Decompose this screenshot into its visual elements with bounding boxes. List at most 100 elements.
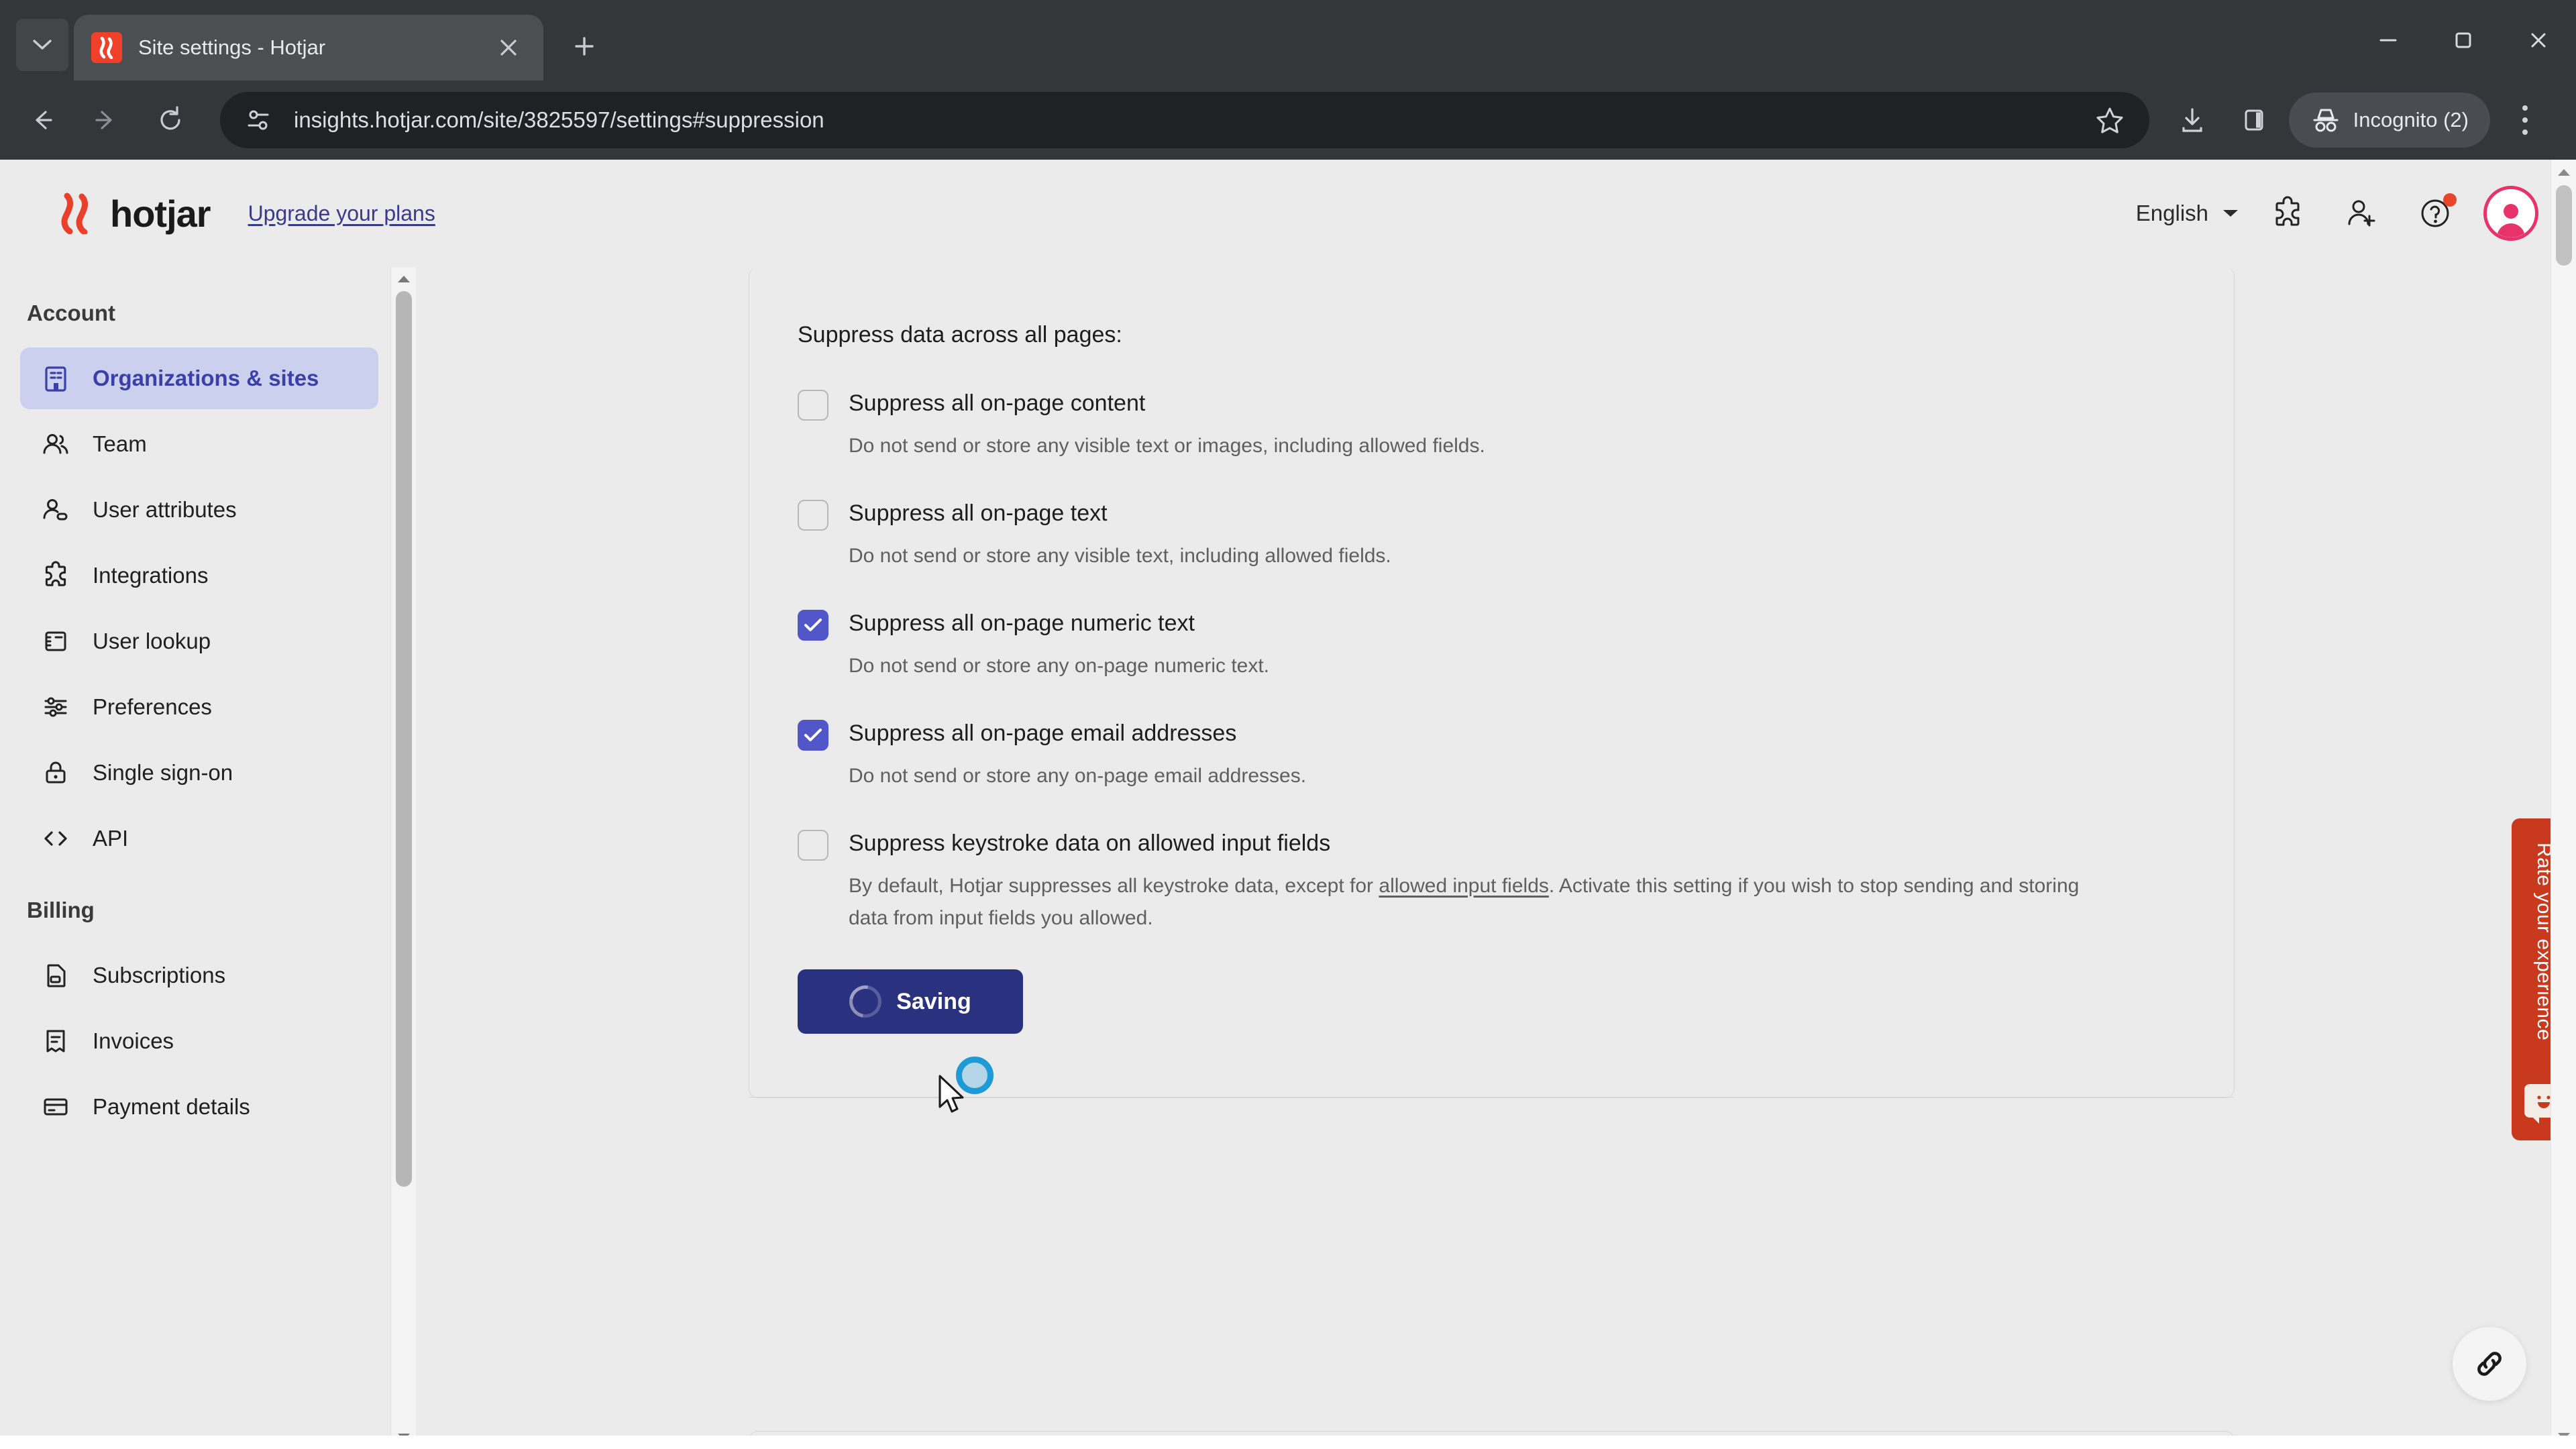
header-actions: English [2136, 186, 2538, 241]
sidebar-item-label: User lookup [93, 629, 211, 653]
receipt-icon [40, 1026, 71, 1057]
back-button[interactable] [9, 88, 74, 152]
sidebar-item-label: Organizations & sites [93, 366, 319, 390]
sidebar-item-user-attributes[interactable]: User attributes [20, 479, 378, 541]
checkbox-on-page-text[interactable] [798, 500, 828, 531]
integrations-button[interactable] [2262, 188, 2313, 239]
save-button-label: Saving [896, 988, 971, 1014]
user-tag-icon [40, 494, 71, 525]
minimize-icon [2379, 39, 2397, 42]
help-button[interactable] [2410, 188, 2461, 239]
suppression-settings-card: Do not send or store any visible text or… [749, 267, 2235, 1098]
sidebar-item-integrations[interactable]: Integrations [20, 545, 378, 606]
page-scroll-up-arrow[interactable] [2551, 160, 2576, 185]
page-scrollbar[interactable] [2551, 160, 2576, 1449]
copy-link-button[interactable] [2453, 1327, 2526, 1401]
check-icon [804, 619, 822, 631]
checkbox-description: Do not send or store any visible text, i… [849, 545, 1391, 567]
side-panel-button[interactable] [2223, 89, 2285, 151]
sidebar-item-single-sign-on[interactable]: Single sign-on [20, 742, 378, 804]
sidebar-item-label: Subscriptions [93, 963, 226, 987]
browser-menu-button[interactable] [2494, 89, 2556, 151]
sidebar-item-subscriptions[interactable]: Subscriptions [20, 945, 378, 1006]
add-user-icon [2348, 200, 2375, 227]
checkbox-row-on-page-content[interactable]: Suppress all on-page content [798, 387, 2234, 421]
site-settings-button[interactable] [240, 102, 276, 138]
plus-icon [575, 37, 594, 56]
document-lock-icon [40, 960, 71, 991]
upgrade-plans-link[interactable]: Upgrade your plans [248, 201, 435, 226]
sidebar-group-title-billing: Billing [27, 898, 95, 922]
address-bar[interactable]: insights.hotjar.com/site/3825597/setting… [220, 92, 2149, 148]
lock-icon [40, 757, 71, 788]
maximize-icon [2455, 32, 2471, 48]
minimize-button[interactable] [2351, 0, 2426, 80]
scroll-up-arrow[interactable] [391, 267, 417, 291]
reload-icon [160, 106, 180, 130]
sidebar-item-payment-details[interactable]: Payment details [20, 1076, 378, 1138]
tab-strip: Site settings - Hotjar [0, 0, 2576, 80]
invite-user-button[interactable] [2336, 188, 2387, 239]
building-icon [40, 363, 71, 394]
checkbox-numeric-text[interactable] [798, 610, 828, 641]
maximize-button[interactable] [2426, 0, 2501, 80]
app-body: Account Organizations & sites Team User … [0, 267, 2576, 1449]
incognito-icon [2313, 109, 2339, 132]
checkbox-email-addresses[interactable] [798, 720, 828, 751]
window-close-button[interactable] [2501, 0, 2576, 80]
sidebar-item-label: User attributes [93, 497, 237, 522]
sidebar-scrollbar[interactable] [390, 267, 416, 1449]
new-tab-button[interactable] [561, 23, 608, 70]
close-tab-button[interactable] [491, 30, 526, 65]
profile-chip[interactable]: Incognito (2) [2288, 93, 2490, 148]
sidebar-item-user-lookup[interactable]: User lookup [20, 610, 378, 672]
reload-button[interactable] [138, 88, 203, 152]
help-notification-badge [2443, 193, 2457, 207]
download-icon [2182, 108, 2202, 132]
user-avatar-icon [2497, 204, 2525, 237]
avatar[interactable] [2483, 186, 2538, 241]
tune-icon [248, 110, 269, 130]
checkbox-row-email-addresses[interactable]: Suppress all on-page email addresses [798, 717, 2234, 751]
check-icon [804, 729, 822, 741]
sidebar-item-label: Team [93, 431, 147, 456]
sidebar-item-invoices[interactable]: Invoices [20, 1010, 378, 1072]
tab-title: Site settings - Hotjar [138, 36, 326, 59]
browser-tab[interactable]: Site settings - Hotjar [74, 15, 543, 80]
checkbox-row-keystroke-data[interactable]: Suppress keystroke data on allowed input… [798, 827, 2234, 861]
profile-label: Incognito (2) [2353, 108, 2469, 131]
content-area: Do not send or store any visible text or… [416, 267, 2576, 1449]
checkbox-label: Suppress keystroke data on allowed input… [849, 830, 1331, 856]
checkbox-row-numeric-text[interactable]: Suppress all on-page numeric text [798, 607, 2234, 641]
bookmark-button[interactable] [2086, 97, 2133, 144]
page-viewport: hotjar Upgrade your plans English Accoun… [0, 160, 2576, 1449]
language-selector[interactable]: English [2136, 201, 2239, 226]
forward-button[interactable] [74, 88, 138, 152]
sidebar-item-api[interactable]: API [20, 808, 378, 869]
star-icon [2096, 107, 2123, 133]
sidebar-item-label: API [93, 826, 129, 851]
save-button[interactable]: Saving [798, 969, 1023, 1034]
page-scrollbar-thumb[interactable] [2556, 185, 2572, 266]
sidebar-item-team[interactable]: Team [20, 413, 378, 475]
sidebar-item-label: Single sign-on [93, 760, 233, 785]
hotjar-logo[interactable]: hotjar [56, 192, 211, 235]
checkbox-keystroke-data[interactable] [798, 830, 828, 861]
window-close-icon [2531, 33, 2546, 48]
scrollbar-thumb[interactable] [396, 291, 412, 1187]
checkbox-on-page-content[interactable] [798, 390, 828, 421]
tab-search-button[interactable] [16, 19, 68, 71]
page-bottom-edge [0, 1436, 2576, 1449]
checkbox-row-on-page-text[interactable]: Suppress all on-page text [798, 497, 2234, 531]
keystroke-description: By default, Hotjar suppresses all keystr… [798, 870, 2112, 934]
sidebar-item-label: Payment details [93, 1094, 250, 1119]
sidebar-item-preferences[interactable]: Preferences [20, 676, 378, 738]
downloads-button[interactable] [2161, 89, 2223, 151]
allowed-input-fields-link[interactable]: allowed input fields [1379, 875, 1549, 897]
link-chain-icon [2477, 1352, 2502, 1376]
forward-arrow-icon [95, 111, 112, 129]
sidebar-item-organizations-sites[interactable]: Organizations & sites [20, 347, 378, 409]
sidebar-item-label: Invoices [93, 1028, 174, 1053]
side-panel-icon [2245, 109, 2263, 131]
back-arrow-icon [36, 111, 52, 129]
